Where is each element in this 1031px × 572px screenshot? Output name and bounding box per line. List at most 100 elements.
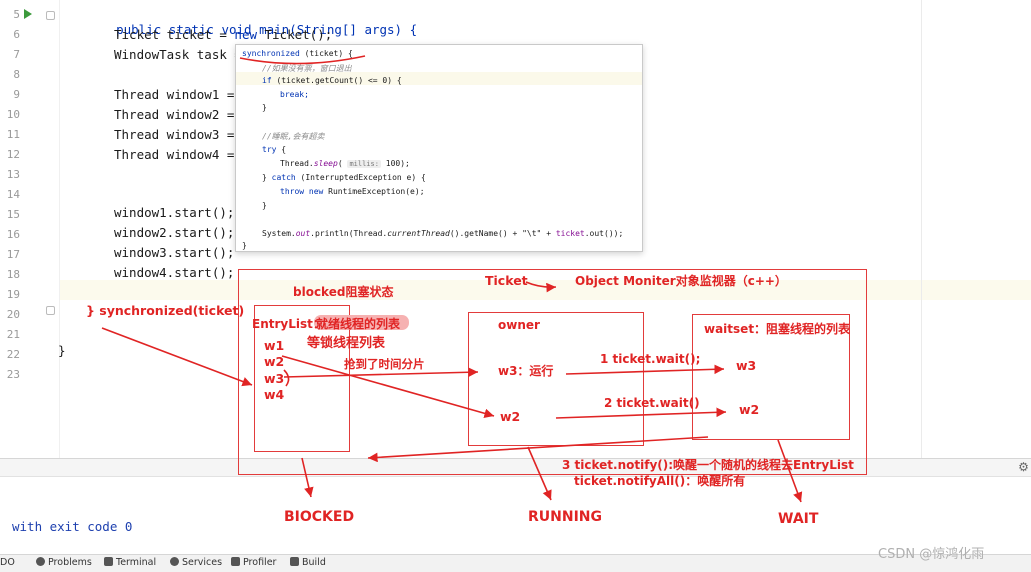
- code-line-9: Thread window1 =: [114, 87, 235, 102]
- thread-w1: w1: [264, 338, 285, 353]
- terminal-tab[interactable]: Terminal: [104, 557, 156, 568]
- terminal-icon: [104, 557, 113, 566]
- bottom-tool-bar: DO Problems Terminal Services Profiler B…: [0, 554, 1031, 572]
- line-number: 19: [6, 288, 20, 301]
- popup-text: {: [276, 145, 287, 154]
- code-keyword: new: [234, 27, 257, 42]
- code-line-12: Thread window4 =: [114, 147, 235, 162]
- popup-line: break;: [280, 90, 309, 99]
- popup-text: }: [262, 173, 272, 182]
- line-number: 23: [6, 368, 20, 381]
- blocked-title: blocked阻塞状态: [293, 285, 394, 299]
- code-line-16: window2.start();: [114, 225, 235, 240]
- popup-line: }: [262, 103, 267, 112]
- popup-text: (ticket.getCount() <= 0) {: [271, 76, 402, 85]
- timeslice-label: 抢到了时间分片: [344, 357, 425, 371]
- problems-icon: [36, 557, 45, 566]
- ticket-label: Ticket: [485, 273, 528, 288]
- line-number: 21: [6, 328, 20, 341]
- line-number: 20: [6, 308, 20, 321]
- popup-line: try {: [262, 145, 286, 154]
- run-icon[interactable]: [24, 9, 32, 19]
- wait-call-2: 2 ticket.wait(): [604, 396, 700, 410]
- code-text: Ticket ticket =: [114, 27, 235, 42]
- code-line-6: Ticket ticket = new Ticket();: [114, 27, 332, 42]
- popup-keyword: try: [262, 145, 277, 154]
- services-label: Services: [182, 557, 223, 568]
- problems-tab[interactable]: Problems: [36, 557, 92, 568]
- code-line-15: window1.start();: [114, 205, 235, 220]
- code-line-17: window3.start();: [114, 245, 235, 260]
- todo-tab[interactable]: DO: [0, 557, 15, 568]
- waitset-w3: w3: [736, 358, 757, 373]
- services-icon: [170, 557, 179, 566]
- code-line-11: Thread window3 =: [114, 127, 235, 142]
- popup-comment: //睡眠,会有超卖: [262, 132, 325, 141]
- todo-label: DO: [0, 557, 15, 568]
- code-text: Ticket();: [257, 27, 333, 42]
- state-wait: WAIT: [778, 511, 819, 527]
- owner-w3: w3：运行: [498, 364, 554, 378]
- waitset-title: waitset：阻塞线程的列表: [704, 322, 851, 336]
- line-number: 18: [6, 268, 20, 281]
- state-running: RUNNING: [528, 509, 602, 525]
- hammer-icon: [290, 557, 299, 566]
- problems-label: Problems: [48, 557, 92, 568]
- right-margin-guide: [921, 0, 922, 458]
- popup-line: if (ticket.getCount() <= 0) {: [262, 76, 402, 85]
- build-label: Build: [302, 557, 326, 568]
- popup-line: System.out.println(Thread.currentThread(…: [262, 229, 623, 238]
- profiler-icon: [231, 557, 240, 566]
- popup-text: (: [337, 159, 348, 168]
- state-blocked: BIOCKED: [284, 509, 355, 525]
- code-line-7: WindowTask task =: [114, 47, 242, 62]
- profiler-label: Profiler: [243, 557, 277, 568]
- line-number: 22: [6, 348, 20, 361]
- fold-icon[interactable]: [46, 306, 55, 315]
- popup-text: (InterruptedException e) {: [295, 173, 426, 182]
- owner-title: owner: [498, 318, 540, 332]
- popup-line: Thread.sleep( millis: 100);: [280, 159, 410, 168]
- popup-method: sleep: [313, 159, 338, 168]
- notify-all-label: ticket.notifyAll()：唤醒所有: [574, 474, 746, 488]
- code-preview-popup[interactable]: synchronized (ticket) { //如果没有票，窗口退出 if …: [235, 44, 643, 252]
- entrylist-highlight: 就绪线程的列表: [316, 317, 401, 331]
- code-line-18: window4.start();: [114, 265, 235, 280]
- popup-keyword: throw new: [280, 187, 324, 196]
- profiler-tab[interactable]: Profiler: [231, 557, 276, 568]
- entrylist-title: EntryList：: [252, 317, 325, 331]
- popup-text: .out());: [584, 229, 624, 238]
- terminal-label: Terminal: [116, 557, 157, 568]
- popup-text: (ticket) {: [299, 49, 353, 58]
- popup-line: } catch (InterruptedException e) {: [262, 173, 426, 182]
- code-line-22: }: [58, 343, 66, 358]
- line-number: 15: [6, 208, 20, 221]
- popup-text: 100);: [380, 159, 410, 168]
- line-number: 13: [6, 168, 20, 181]
- line-number: 16: [6, 228, 20, 241]
- popup-line: synchronized (ticket) {: [242, 49, 353, 58]
- popup-field: out: [295, 229, 311, 238]
- popup-keyword: if: [262, 76, 272, 85]
- popup-text: System.: [262, 229, 296, 238]
- fold-icon[interactable]: [46, 11, 55, 20]
- sync-label: } synchronized(ticket): [86, 303, 245, 318]
- line-number-gutter: 5 6 7 8 9 10 11 12 13 14 15 16 17 18 19 …: [0, 0, 60, 458]
- line-number: 8: [13, 68, 20, 81]
- line-number: 12: [6, 148, 20, 161]
- popup-keyword: synchronized: [242, 49, 300, 58]
- services-tab[interactable]: Services: [170, 557, 222, 568]
- popup-text: ().getName() + "\t" +: [449, 229, 556, 238]
- line-number: 17: [6, 248, 20, 261]
- gear-icon[interactable]: ⚙: [1017, 461, 1030, 474]
- console-output: with exit code 0: [12, 519, 133, 534]
- popup-text: .println(Thread.: [310, 229, 388, 238]
- thread-w2: w2: [264, 354, 285, 369]
- line-number: 9: [13, 88, 20, 101]
- popup-text: RuntimeException(e);: [323, 187, 425, 196]
- line-number: 7: [13, 48, 20, 61]
- popup-method: currentThread: [387, 229, 450, 238]
- owner-box: [468, 312, 644, 446]
- line-number: 6: [13, 28, 20, 41]
- build-tab[interactable]: Build: [290, 557, 326, 568]
